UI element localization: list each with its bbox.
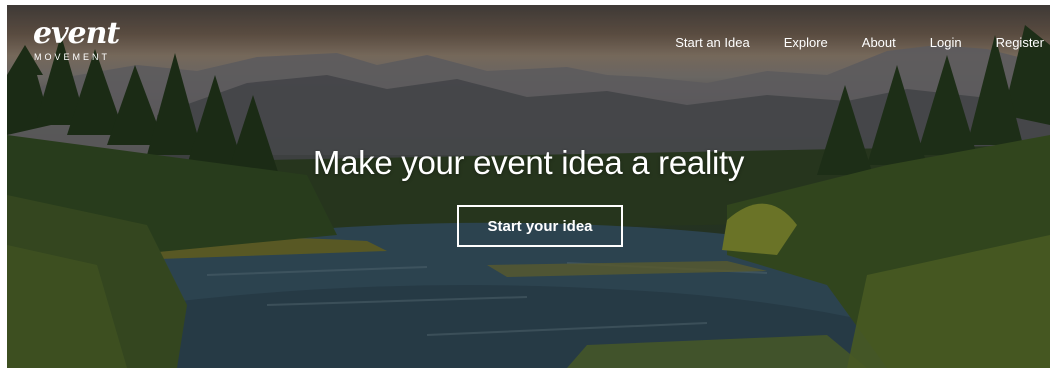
hero-banner: event MOVEMENT Start an Idea Explore Abo… — [7, 5, 1050, 368]
hero-overlay — [7, 5, 1050, 368]
logo-subtitle: MOVEMENT — [34, 52, 111, 62]
top-navigation: Start an Idea Explore About Login Regist… — [641, 35, 1044, 50]
event-movement-logo[interactable]: event MOVEMENT — [33, 16, 133, 67]
nav-explore[interactable]: Explore — [784, 35, 828, 50]
logo-wordmark: event — [33, 16, 120, 51]
nav-about[interactable]: About — [862, 35, 896, 50]
nav-login[interactable]: Login — [930, 35, 962, 50]
nav-register[interactable]: Register — [996, 35, 1044, 50]
hero-headline: Make your event idea a reality — [312, 144, 745, 181]
nav-start-an-idea[interactable]: Start an Idea — [675, 35, 749, 50]
start-your-idea-button[interactable]: Start your idea — [457, 205, 623, 247]
